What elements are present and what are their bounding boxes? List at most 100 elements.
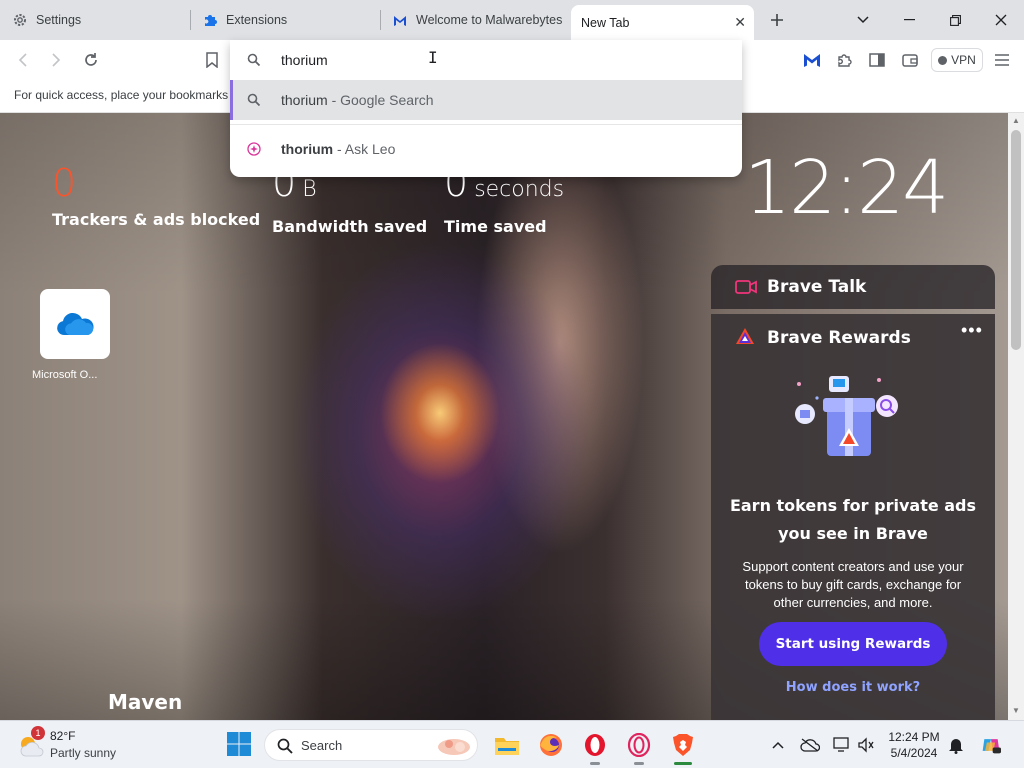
main-menu-button[interactable] <box>990 48 1014 72</box>
new-tab-button[interactable] <box>764 7 790 33</box>
taskbar-brave[interactable] <box>668 730 698 760</box>
suggestion-text: thorium - Ask Leo <box>281 141 395 157</box>
tab-new-tab[interactable]: New Tab ✕ <box>571 5 754 40</box>
forward-button[interactable] <box>44 48 68 72</box>
tab-strip: Settings Extensions Welcome to Malwareby… <box>0 0 1024 40</box>
clock-time: 12:24 PM <box>888 730 940 744</box>
notification-badge: 1 <box>31 726 45 740</box>
back-button[interactable] <box>11 48 35 72</box>
tab-search-button[interactable] <box>840 0 886 40</box>
hamburger-menu-icon <box>995 54 1009 66</box>
close-tab-icon[interactable]: ✕ <box>734 14 746 31</box>
divider <box>230 124 742 125</box>
suggestion-ask-leo[interactable]: thorium - Ask Leo <box>230 129 742 169</box>
brave-rewards-widget: Brave Rewards ••• Earn tokens for privat… <box>711 314 995 720</box>
brave-talk-widget[interactable]: Brave Talk <box>711 265 995 309</box>
forward-arrow-icon <box>52 53 61 67</box>
plus-icon <box>771 14 783 26</box>
stat-value: 0 <box>52 161 77 205</box>
chevron-up-icon <box>772 741 784 749</box>
sidebar-button[interactable] <box>865 48 889 72</box>
scroll-up-icon[interactable]: ▲ <box>1011 116 1021 125</box>
clock-date: 5/4/2024 <box>890 746 938 760</box>
puzzle-icon <box>202 12 218 28</box>
suggestion-match: thorium <box>281 141 334 157</box>
brave-icon <box>673 734 693 756</box>
tab-title: New Tab <box>581 15 630 30</box>
running-indicator <box>634 762 644 765</box>
taskbar-opera[interactable] <box>580 730 610 760</box>
tab-settings[interactable]: Settings <box>2 5 188 35</box>
copilot-icon <box>982 739 1001 754</box>
address-input[interactable] <box>281 51 681 69</box>
close-window-button[interactable] <box>978 0 1024 40</box>
tab-extensions[interactable]: Extensions <box>192 5 378 35</box>
ntp-clock: 12:24 <box>744 145 949 231</box>
malwarebytes-icon <box>804 54 820 67</box>
widget-title: Brave Rewards <box>767 328 911 348</box>
rewards-description: Support content creators and use your to… <box>742 559 964 610</box>
stat-unit: B <box>302 177 317 202</box>
tab-title: Extensions <box>226 13 288 27</box>
tab-malwarebytes[interactable]: Welcome to Malwarebytes <box>382 5 568 35</box>
ask-leo-icon <box>247 142 261 156</box>
network-tray[interactable] <box>832 735 852 755</box>
taskbar-firefox[interactable] <box>536 730 566 760</box>
restore-button[interactable] <box>932 0 978 40</box>
onedrive-tray[interactable] <box>800 735 820 755</box>
speaker-muted-icon <box>858 737 874 753</box>
taskbar-opera-gx[interactable] <box>624 730 654 760</box>
opera-gx-icon <box>627 733 651 757</box>
reload-button[interactable] <box>79 48 103 72</box>
bookmark-button[interactable] <box>200 48 224 72</box>
monitor-icon <box>833 737 849 752</box>
search-label: Search <box>301 738 343 753</box>
scrollbar-thumb[interactable] <box>1011 130 1021 350</box>
how-does-it-work-link[interactable]: How does it work? <box>725 680 981 695</box>
stat-label: Time saved <box>444 217 547 236</box>
notifications-button[interactable] <box>946 735 966 755</box>
extensions-button[interactable] <box>832 48 856 72</box>
taskbar-search[interactable]: Search <box>264 729 478 761</box>
weather-description: Partly sunny <box>50 746 117 760</box>
search-highlight-icon <box>438 739 470 755</box>
suggestion-source: - Ask Leo <box>333 141 396 157</box>
running-indicator <box>590 762 600 765</box>
malwarebytes-icon <box>392 12 408 28</box>
scroll-down-icon[interactable]: ▼ <box>1011 706 1021 715</box>
back-arrow-icon <box>18 53 27 67</box>
rewards-heading: Earn tokens for private ads you see in B… <box>729 496 977 543</box>
start-button[interactable] <box>226 731 252 757</box>
volume-tray[interactable] <box>856 735 876 755</box>
top-site-tile[interactable] <box>40 289 110 359</box>
stat-label: Bandwidth saved <box>272 217 428 236</box>
sidebar-icon <box>869 53 885 67</box>
minimize-button[interactable] <box>886 0 932 40</box>
bookmarks-hint: For quick access, place your bookmarks h <box>14 88 239 102</box>
taskbar-file-explorer[interactable] <box>492 730 522 760</box>
suggestion-match: thorium <box>281 92 328 108</box>
vpn-status-icon <box>938 55 948 65</box>
gear-icon <box>12 12 28 28</box>
wallet-icon <box>902 54 918 67</box>
bell-icon <box>949 739 963 754</box>
weather-widget[interactable]: 1 82°F Partly sunny <box>16 726 126 764</box>
suggestion-google-search[interactable]: thorium - Google Search <box>230 80 742 120</box>
vpn-label: VPN <box>951 53 976 67</box>
more-options-icon[interactable]: ••• <box>961 320 983 341</box>
copilot-button[interactable] <box>981 735 1001 755</box>
wallet-button[interactable] <box>898 48 922 72</box>
malwarebytes-extension-button[interactable] <box>800 48 824 72</box>
top-site-label: Microsoft O... <box>32 369 98 381</box>
windows-logo-icon <box>227 732 251 756</box>
search-icon <box>247 53 261 67</box>
address-bar[interactable]: I <box>230 40 742 80</box>
vpn-button[interactable]: VPN <box>931 48 983 72</box>
show-hidden-icons-button[interactable] <box>768 735 788 755</box>
taskbar-clock[interactable]: 12:24 PM 5/4/2024 <box>880 729 948 761</box>
stat-unit: seconds <box>474 177 565 202</box>
rewards-triangle-icon <box>736 328 754 344</box>
tab-divider <box>380 10 381 30</box>
start-using-rewards-button[interactable]: Start using Rewards <box>759 622 947 666</box>
active-app-indicator <box>674 762 692 765</box>
